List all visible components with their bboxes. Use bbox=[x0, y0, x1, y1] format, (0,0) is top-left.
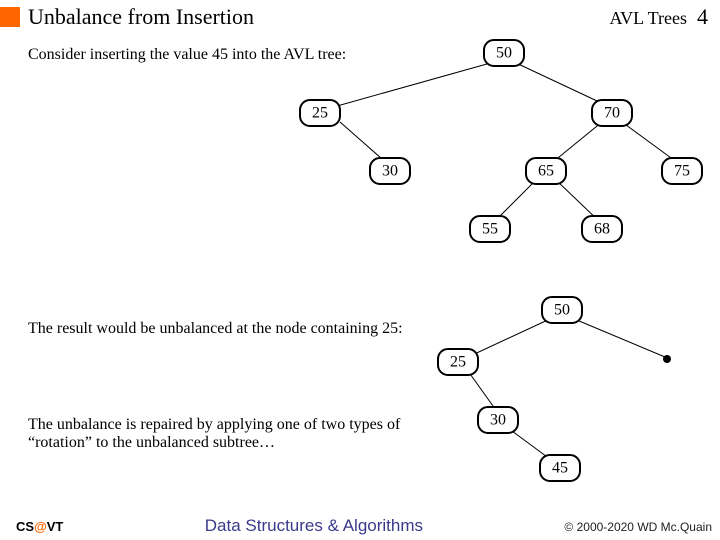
node-55: 55 bbox=[482, 221, 498, 238]
footer-center: Data Structures & Algorithms bbox=[63, 516, 564, 536]
footer-copyright: © 2000-2020 WD Mc.Quain bbox=[564, 520, 712, 534]
node2-50: 50 bbox=[554, 302, 570, 319]
node2-45: 45 bbox=[552, 460, 568, 477]
node-65: 65 bbox=[538, 163, 554, 180]
footer-left: CS@VT bbox=[16, 519, 63, 534]
node-75: 75 bbox=[674, 163, 690, 180]
avl-tree-before: 50 25 70 30 65 75 55 68 bbox=[230, 30, 720, 290]
node2-30: 30 bbox=[490, 412, 506, 429]
node-50: 50 bbox=[496, 45, 512, 62]
placeholder-dot-icon bbox=[663, 355, 671, 363]
node-68: 68 bbox=[594, 221, 610, 238]
node2-25: 25 bbox=[450, 354, 466, 371]
footer-cs: CS bbox=[16, 519, 34, 534]
slide-footer: CS@VT Data Structures & Algorithms © 200… bbox=[0, 516, 720, 536]
node-70: 70 bbox=[604, 105, 620, 122]
topic-label: AVL Trees bbox=[609, 8, 687, 29]
node-25: 25 bbox=[312, 105, 328, 122]
header-meta: AVL Trees 4 bbox=[609, 4, 712, 30]
avl-tree-after: 50 25 30 45 bbox=[340, 295, 720, 485]
page-number: 4 bbox=[697, 4, 708, 30]
footer-vt: VT bbox=[47, 519, 64, 534]
node-30: 30 bbox=[382, 163, 398, 180]
at-icon: @ bbox=[34, 519, 47, 534]
accent-box bbox=[0, 7, 20, 27]
slide-title: Unbalance from Insertion bbox=[28, 4, 609, 30]
